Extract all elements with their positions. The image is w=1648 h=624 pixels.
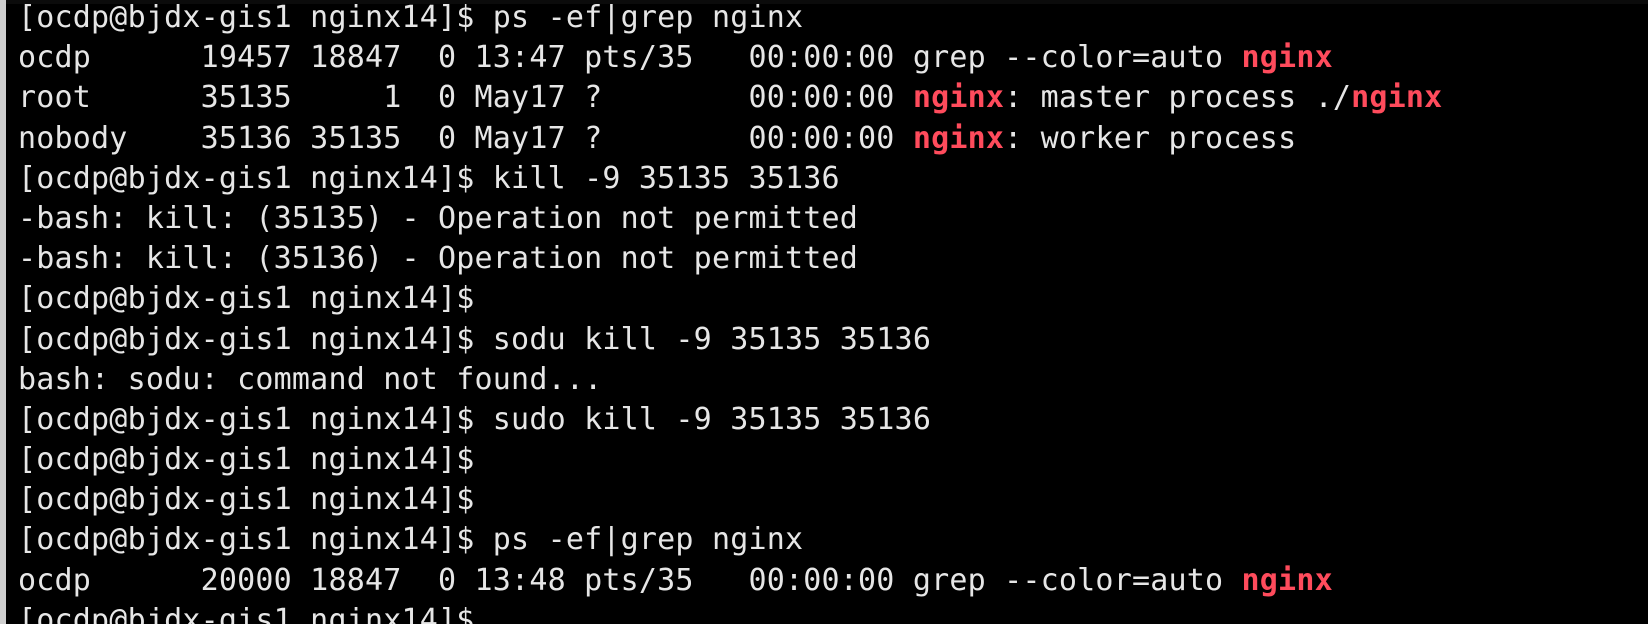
terminal-text: ocdp 20000 18847 0 13:48 pts/35 00:00:00… (18, 562, 1242, 598)
terminal-line: [ocdp@bjdx-gis1 nginx14]$ (18, 601, 1638, 624)
terminal-text: root 35135 1 0 May17 ? 00:00:00 (18, 80, 913, 116)
terminal-line: [ocdp@bjdx-gis1 nginx14]$ (18, 440, 1638, 480)
terminal-text: [ocdp@bjdx-gis1 nginx14]$ sodu kill -9 3… (18, 321, 932, 357)
grep-match-highlight: nginx (1351, 80, 1443, 116)
grep-match-highlight: nginx (1241, 562, 1333, 598)
terminal-text: : worker process (1004, 120, 1297, 156)
terminal-text: ocdp 19457 18847 0 13:47 pts/35 00:00:00… (18, 40, 1242, 76)
terminal-window[interactable]: [ocdp@bjdx-gis1 nginx14]$ ps -ef|grep ng… (0, 0, 1648, 624)
terminal-output[interactable]: [ocdp@bjdx-gis1 nginx14]$ ps -ef|grep ng… (18, 0, 1638, 624)
terminal-text: bash: sodu: command not found... (18, 361, 603, 397)
grep-match-highlight: nginx (912, 120, 1005, 156)
terminal-line: bash: sodu: command not found... (18, 360, 1638, 400)
terminal-text: nobody 35136 35135 0 May17 ? 00:00:00 (18, 120, 913, 156)
terminal-text: [ocdp@bjdx-gis1 nginx14]$ (18, 602, 475, 624)
terminal-text: [ocdp@bjdx-gis1 nginx14]$ ps -ef|grep ng… (18, 0, 804, 35)
terminal-text: : master process ./ (1004, 80, 1352, 116)
terminal-text: [ocdp@bjdx-gis1 nginx14]$ (18, 281, 475, 317)
terminal-line: [ocdp@bjdx-gis1 nginx14]$ (18, 480, 1638, 520)
grep-match-highlight: nginx (912, 80, 1005, 116)
terminal-text: [ocdp@bjdx-gis1 nginx14]$ (18, 442, 475, 478)
terminal-text: [ocdp@bjdx-gis1 nginx14]$ sudo kill -9 3… (18, 401, 932, 437)
terminal-text: [ocdp@bjdx-gis1 nginx14]$ ps -ef|grep ng… (18, 522, 804, 558)
terminal-line: [ocdp@bjdx-gis1 nginx14]$ ps -ef|grep ng… (18, 0, 1638, 38)
terminal-line: ocdp 19457 18847 0 13:47 pts/35 00:00:00… (18, 38, 1638, 78)
terminal-text: -bash: kill: (35136) - Operation not per… (18, 241, 859, 277)
terminal-line: -bash: kill: (35136) - Operation not per… (18, 239, 1638, 279)
terminal-line: nobody 35136 35135 0 May17 ? 00:00:00 ng… (18, 119, 1638, 159)
terminal-text: [ocdp@bjdx-gis1 nginx14]$ (18, 482, 475, 518)
terminal-line: [ocdp@bjdx-gis1 nginx14]$ (18, 279, 1638, 319)
terminal-left-frame (0, 0, 6, 624)
terminal-line: [ocdp@bjdx-gis1 nginx14]$ sodu kill -9 3… (18, 320, 1638, 360)
terminal-line: [ocdp@bjdx-gis1 nginx14]$ ps -ef|grep ng… (18, 520, 1638, 560)
terminal-line: -bash: kill: (35135) - Operation not per… (18, 199, 1638, 239)
terminal-text: [ocdp@bjdx-gis1 nginx14]$ kill -9 35135 … (18, 160, 840, 196)
terminal-line: ocdp 20000 18847 0 13:48 pts/35 00:00:00… (18, 561, 1638, 601)
grep-match-highlight: nginx (1241, 40, 1333, 76)
terminal-line: [ocdp@bjdx-gis1 nginx14]$ sudo kill -9 3… (18, 400, 1638, 440)
terminal-line: root 35135 1 0 May17 ? 00:00:00 nginx: m… (18, 78, 1638, 118)
terminal-line: [ocdp@bjdx-gis1 nginx14]$ kill -9 35135 … (18, 159, 1638, 199)
terminal-text: -bash: kill: (35135) - Operation not per… (18, 200, 859, 236)
